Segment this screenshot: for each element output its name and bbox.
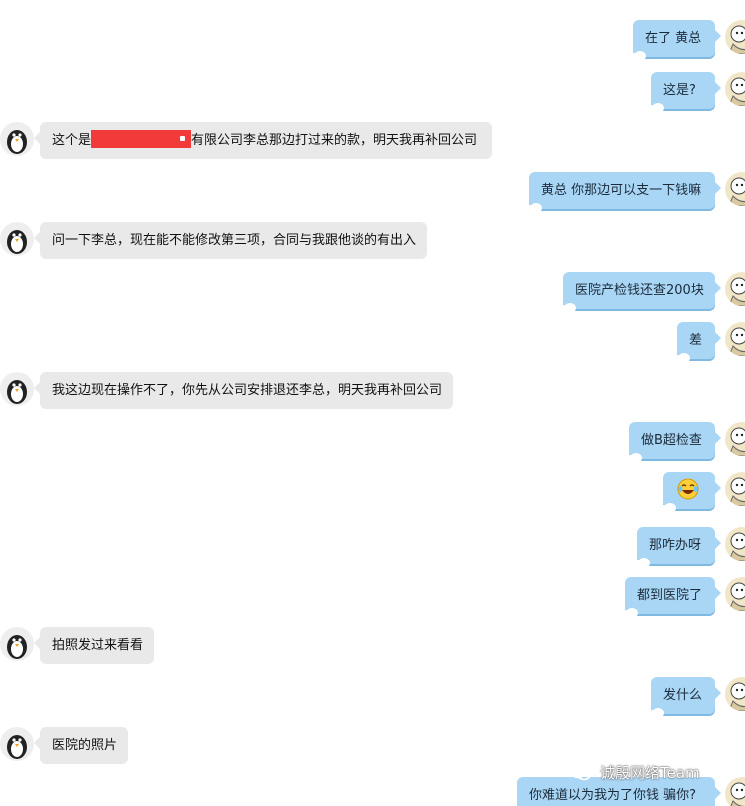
incoming-message-bubble[interactable]: 问一下李总，现在能不能修改第三项，合同与我跟他谈的有出入 bbox=[34, 222, 427, 259]
incoming-message-bubble[interactable]: 拍照发过来看看 bbox=[34, 627, 154, 664]
user-avatar[interactable] bbox=[725, 172, 745, 206]
message-text: 都到医院了 bbox=[637, 588, 703, 603]
user-avatar[interactable] bbox=[725, 422, 745, 456]
user-avatar[interactable] bbox=[725, 527, 745, 561]
message-text: 你难道以为我为了你钱 骗你? bbox=[529, 788, 697, 803]
cloud-decoration-icon bbox=[619, 608, 638, 618]
message-text-prefix: 这个是 bbox=[52, 133, 92, 148]
chat-window: 在了 黄总 这是? 这个是 有限公司李总那边打过来的款，明天我再补回公司 黄总 你… bbox=[0, 0, 745, 806]
user-avatar[interactable] bbox=[725, 322, 745, 356]
user-avatar[interactable] bbox=[725, 72, 745, 106]
outgoing-message-bubble[interactable]: 黄总 你那边可以支一下钱嘛 bbox=[523, 172, 721, 213]
message-text: 这是? bbox=[663, 83, 696, 98]
outgoing-message-bubble[interactable]: 差 bbox=[671, 322, 721, 363]
cloud-decoration-icon bbox=[671, 353, 690, 363]
watermark-text: 诚殷网络Team bbox=[600, 764, 700, 782]
wechat-icon bbox=[570, 765, 591, 781]
message-text: 在了 黄总 bbox=[645, 31, 702, 46]
user-avatar[interactable] bbox=[725, 777, 745, 806]
outgoing-message-bubble[interactable]: 都到医院了 bbox=[619, 577, 721, 618]
user-avatar[interactable] bbox=[725, 20, 745, 54]
redaction-block bbox=[91, 130, 192, 148]
outgoing-message-bubble[interactable]: 那咋办呀 bbox=[631, 527, 721, 568]
contact-avatar[interactable] bbox=[0, 122, 34, 156]
message-text: 黄总 你那边可以支一下钱嘛 bbox=[541, 183, 702, 198]
cloud-decoration-icon bbox=[623, 453, 642, 463]
outgoing-message-bubble[interactable]: 发什么 bbox=[645, 677, 721, 718]
contact-avatar[interactable] bbox=[0, 372, 34, 406]
incoming-message-bubble[interactable]: 医院的照片 bbox=[34, 727, 128, 764]
outgoing-message-bubble[interactable]: 这是? bbox=[645, 72, 721, 113]
incoming-message-bubble[interactable]: 这个是 有限公司李总那边打过来的款，明天我再补回公司 bbox=[34, 122, 492, 159]
message-text: 问一下李总，现在能不能修改第三项，合同与我跟他谈的有出入 bbox=[52, 233, 417, 248]
user-avatar[interactable] bbox=[725, 472, 745, 506]
incoming-message-bubble[interactable]: 我这边现在操作不了，你先从公司安排退还李总，明天我再补回公司 bbox=[34, 372, 453, 409]
message-text-suffix: 有限公司李总那边打过来的款，明天我再补回公司 bbox=[191, 133, 478, 148]
outgoing-message-bubble[interactable]: 做B超检查 bbox=[623, 422, 721, 463]
message-text: 做B超检查 bbox=[641, 433, 702, 448]
cloud-decoration-icon bbox=[645, 103, 664, 113]
cloud-decoration-icon bbox=[657, 503, 676, 513]
user-avatar[interactable] bbox=[725, 677, 745, 711]
user-avatar[interactable] bbox=[725, 272, 745, 306]
message-text: 我这边现在操作不了，你先从公司安排退还李总，明天我再补回公司 bbox=[52, 383, 443, 398]
message-text: 发什么 bbox=[663, 688, 703, 703]
message-text: 差 bbox=[689, 333, 703, 348]
outgoing-message-bubble[interactable]: 在了 黄总 bbox=[627, 20, 721, 61]
contact-avatar[interactable] bbox=[0, 727, 34, 761]
contact-avatar[interactable] bbox=[0, 222, 34, 256]
watermark: 诚殷网络Team bbox=[570, 762, 700, 783]
message-text: 那咋办呀 bbox=[649, 538, 702, 553]
cloud-decoration-icon bbox=[627, 51, 646, 61]
message-text: 医院的照片 bbox=[52, 738, 118, 753]
outgoing-emoji-bubble[interactable] bbox=[657, 472, 721, 513]
message-text: 医院产检钱还查200块 bbox=[575, 283, 704, 298]
cloud-decoration-icon bbox=[557, 303, 576, 313]
crying-laughing-face-icon bbox=[677, 478, 699, 500]
cloud-decoration-icon bbox=[523, 203, 542, 213]
outgoing-message-bubble[interactable]: 医院产检钱还查200块 bbox=[557, 272, 721, 313]
cloud-decoration-icon bbox=[631, 558, 650, 568]
cloud-decoration-icon bbox=[645, 708, 664, 718]
contact-avatar[interactable] bbox=[0, 627, 34, 661]
message-text: 拍照发过来看看 bbox=[52, 638, 144, 653]
user-avatar[interactable] bbox=[725, 577, 745, 611]
